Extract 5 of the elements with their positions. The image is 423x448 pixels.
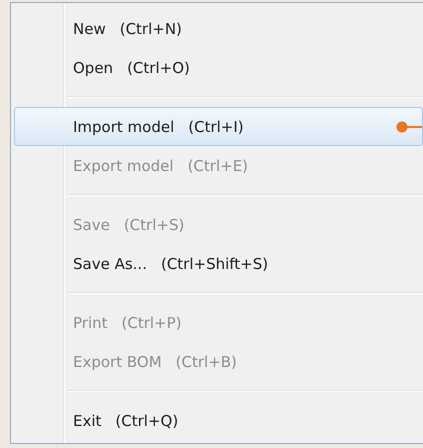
menu-item[interactable]: New (Ctrl+N) bbox=[14, 9, 423, 48]
menu-item[interactable]: Exit (Ctrl+Q) bbox=[14, 401, 423, 440]
menu-item[interactable]: Import model (Ctrl+I) bbox=[14, 107, 423, 146]
menu-item[interactable]: Save As... (Ctrl+Shift+S) bbox=[14, 244, 423, 283]
menu-item[interactable]: Open (Ctrl+O) bbox=[14, 48, 423, 87]
